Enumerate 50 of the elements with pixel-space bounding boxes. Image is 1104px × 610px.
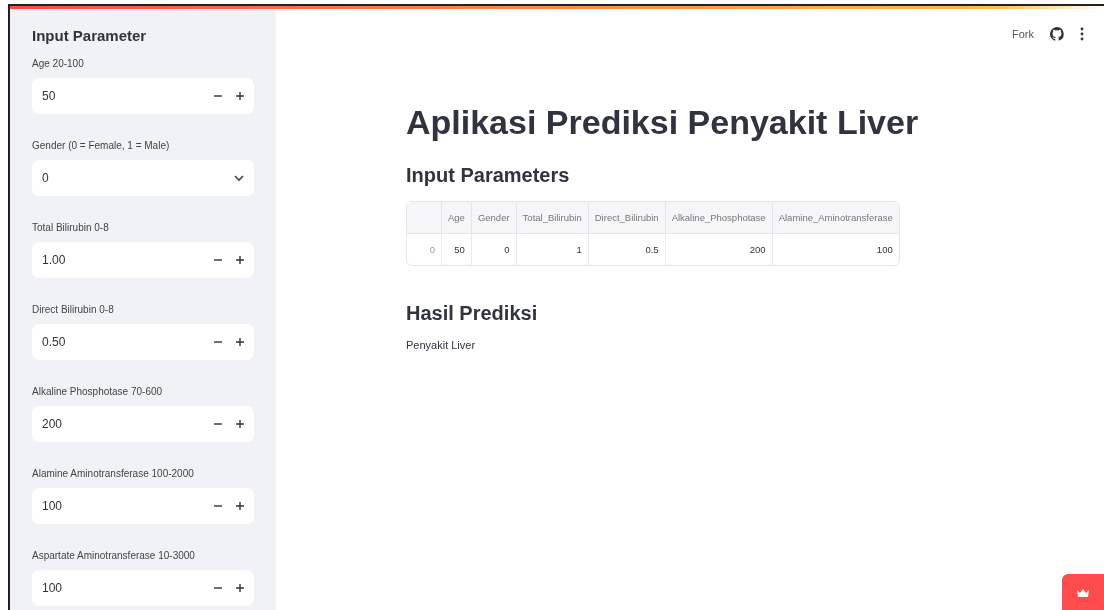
sidebar-title: Input Parameter <box>32 27 148 44</box>
field-label: Alkaline Phosphotase 70-600 <box>32 386 164 397</box>
minus-icon[interactable] <box>214 256 222 264</box>
table-cell: 200 <box>665 234 773 265</box>
prediction-result: Penyakit Liver <box>406 339 477 351</box>
column-header: Gender <box>471 202 517 234</box>
field-label: Gender (0 = Female, 1 = Male) <box>32 140 171 151</box>
minus-icon[interactable] <box>214 584 222 592</box>
number-input[interactable]: 200 <box>32 406 254 442</box>
plus-icon[interactable] <box>236 584 244 592</box>
field-label: Total Bilirubin 0-8 <box>32 222 110 233</box>
plus-icon[interactable] <box>236 420 244 428</box>
section-heading: Hasil Prediksi <box>406 302 539 325</box>
column-header: Alkaline_Phosphotase <box>665 202 773 234</box>
table-cell: 50 <box>442 234 472 265</box>
plus-icon[interactable] <box>236 92 244 100</box>
number-input[interactable]: 1.00 <box>32 242 254 278</box>
number-input[interactable]: 50 <box>32 78 254 114</box>
column-header: Total_Bilirubin <box>516 202 589 234</box>
table-cell-text: 100 <box>875 243 894 257</box>
minus-icon[interactable] <box>214 502 222 510</box>
crown-icon <box>1076 588 1090 598</box>
table-cell: 0.5 <box>588 234 666 265</box>
plus-icon[interactable] <box>236 338 244 346</box>
column-header: Direct_Bilirubin <box>588 202 666 234</box>
field-label: Aspartate Aminotransferase 10-3000 <box>32 550 196 561</box>
field-label: Alamine Aminotransferase 100-2000 <box>32 468 195 479</box>
table-cell: 0 <box>471 234 517 265</box>
fork-link[interactable]: Fork <box>1012 28 1034 40</box>
number-input[interactable]: 0.50 <box>32 324 254 360</box>
column-header: Age <box>442 202 472 234</box>
row-index: 0 <box>407 234 442 265</box>
plus-icon[interactable] <box>236 502 244 510</box>
plus-icon[interactable] <box>236 256 244 264</box>
section-heading: Input Parameters <box>406 164 571 187</box>
number-input[interactable]: 100 <box>32 488 254 524</box>
minus-icon[interactable] <box>214 420 222 428</box>
minus-icon[interactable] <box>214 338 222 346</box>
column-header: Alamine_Aminotransferase <box>772 202 899 234</box>
select-dropdown[interactable]: 0 <box>32 160 254 196</box>
page-title: Aplikasi Prediksi Penyakit Liver <box>406 103 920 142</box>
chevron-down-icon <box>234 174 244 182</box>
field-label: Age 20-100 <box>32 58 85 69</box>
menu-icon[interactable] <box>1080 27 1084 41</box>
github-icon[interactable] <box>1050 27 1064 41</box>
app-badge-button[interactable] <box>1062 574 1104 610</box>
minus-icon[interactable] <box>214 92 222 100</box>
table-cell: 1 <box>516 234 589 265</box>
field-label: Direct Bilirubin 0-8 <box>32 304 115 315</box>
number-input[interactable]: 100 <box>32 570 254 606</box>
